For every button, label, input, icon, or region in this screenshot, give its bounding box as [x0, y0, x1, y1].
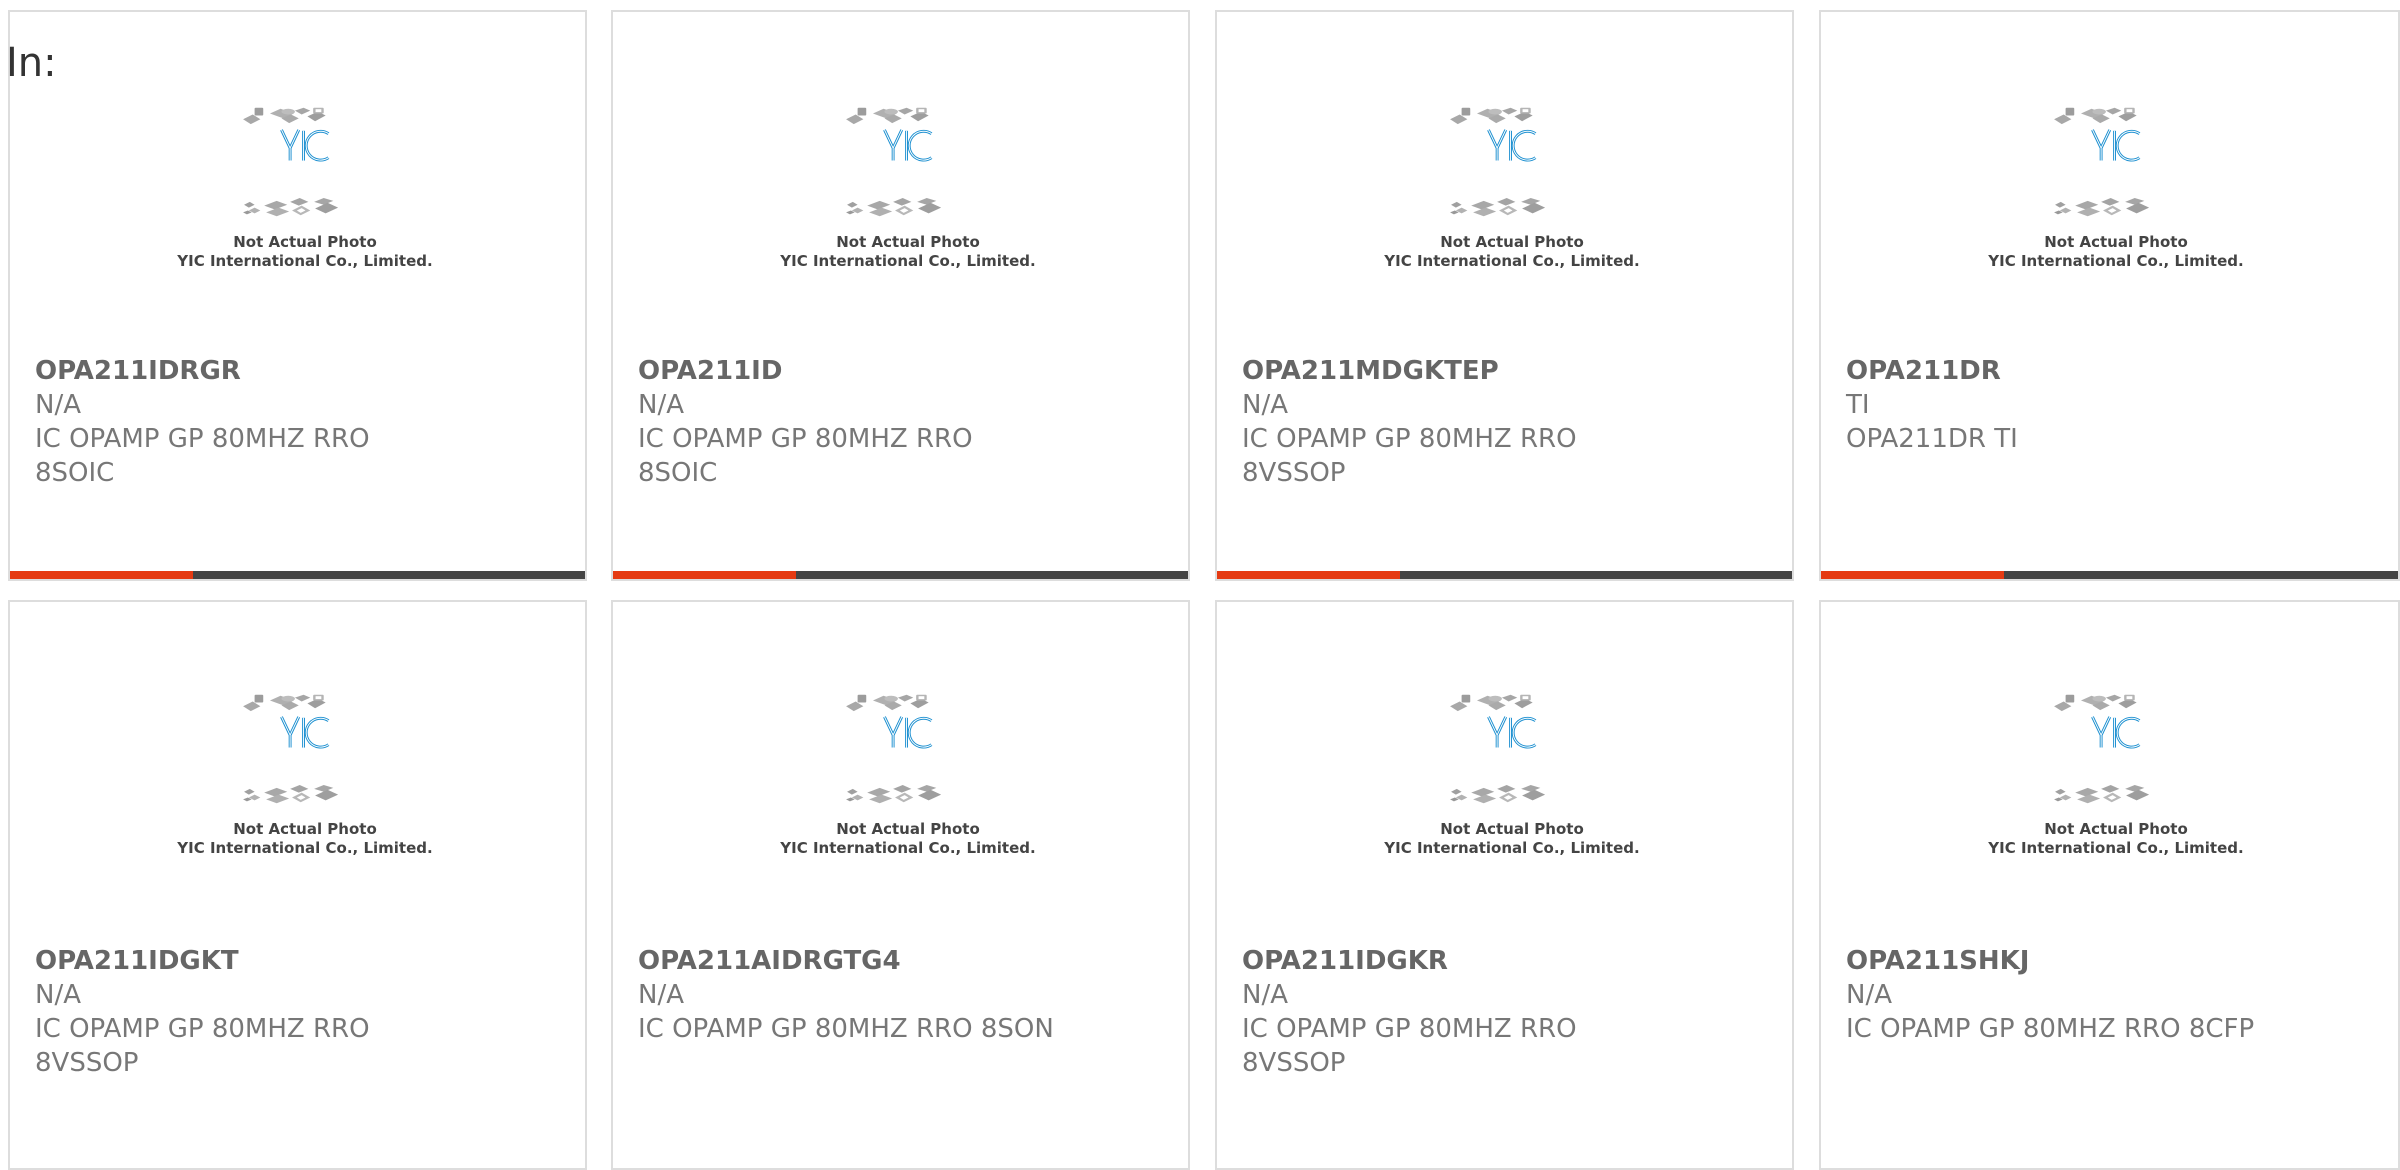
yic-logo-icon [2091, 716, 2141, 749]
manufacturer: N/A [1242, 980, 1288, 1010]
company-caption: YIC International Co., Limited. [1988, 839, 2244, 857]
not-actual-photo-caption: Not Actual Photo [1440, 820, 1584, 838]
chips-image-icon [1450, 107, 1546, 217]
description-line-2: 8VSSOP [1242, 1048, 1346, 1078]
placeholder-photo: Not Actual Photo YIC International Co., … [1377, 102, 1647, 352]
yic-logo-icon [280, 716, 330, 749]
manufacturer: N/A [35, 980, 81, 1010]
card-bar [1821, 571, 2398, 579]
placeholder-photo: Not Actual Photo YIC International Co., … [773, 689, 1043, 939]
company-caption: YIC International Co., Limited. [780, 252, 1036, 270]
part-number[interactable]: OPA211IDGKR [1242, 944, 1662, 978]
chips-image-icon [243, 694, 339, 804]
manufacturer: N/A [35, 390, 81, 420]
card-bar [10, 571, 585, 579]
product-card[interactable]: Not Actual Photo YIC International Co., … [1819, 10, 2400, 581]
description: IC OPAMP GP 80MHZ RRO 8CFP [1846, 1014, 2255, 1044]
product-card[interactable]: Not Actual Photo YIC International Co., … [1819, 600, 2400, 1170]
product-card[interactable]: Not Actual Photo YIC International Co., … [8, 600, 587, 1170]
chips-image-icon [2054, 107, 2150, 217]
product-info: OPA211MDGKTEP N/A IC OPAMP GP 80MHZ RRO … [1242, 354, 1662, 490]
yic-logo-icon [883, 716, 933, 749]
description-line-2: 8VSSOP [1242, 458, 1346, 488]
part-number[interactable]: OPA211AIDRGTG4 [638, 944, 1058, 978]
product-card[interactable]: Not Actual Photo YIC International Co., … [8, 10, 587, 581]
product-info: OPA211AIDRGTG4 N/A IC OPAMP GP 80MHZ RRO… [638, 944, 1058, 1046]
not-actual-photo-caption: Not Actual Photo [836, 233, 980, 251]
placeholder-photo: Not Actual Photo YIC International Co., … [773, 102, 1043, 352]
yic-logo-icon [1487, 129, 1537, 162]
description: IC OPAMP GP 80MHZ RRO 8SON [638, 1014, 1054, 1044]
manufacturer: TI [1846, 390, 1870, 420]
part-number[interactable]: OPA211IDRGR [35, 354, 455, 388]
placeholder-photo: Not Actual Photo YIC International Co., … [1377, 689, 1647, 939]
product-card[interactable]: Not Actual Photo YIC International Co., … [611, 10, 1190, 581]
card-bar [1217, 571, 1792, 579]
company-caption: YIC International Co., Limited. [177, 839, 433, 857]
in-label: In: [6, 40, 57, 86]
product-info: OPA211IDRGR N/A IC OPAMP GP 80MHZ RRO 8S… [35, 354, 455, 490]
manufacturer: N/A [638, 980, 684, 1010]
product-info: OPA211IDGKT N/A IC OPAMP GP 80MHZ RRO 8V… [35, 944, 455, 1080]
yic-logo-icon [1487, 716, 1537, 749]
placeholder-photo: Not Actual Photo YIC International Co., … [170, 689, 440, 939]
description: OPA211DR TI [1846, 424, 2018, 454]
product-card[interactable]: Not Actual Photo YIC International Co., … [611, 600, 1190, 1170]
part-number[interactable]: OPA211MDGKTEP [1242, 354, 1662, 388]
description-line-2: 8VSSOP [35, 1048, 139, 1078]
chips-image-icon [846, 694, 942, 804]
not-actual-photo-caption: Not Actual Photo [1440, 233, 1584, 251]
not-actual-photo-caption: Not Actual Photo [233, 233, 377, 251]
not-actual-photo-caption: Not Actual Photo [2044, 820, 2188, 838]
placeholder-photo: Not Actual Photo YIC International Co., … [1981, 689, 2251, 939]
company-caption: YIC International Co., Limited. [1384, 252, 1640, 270]
part-number[interactable]: OPA211ID [638, 354, 1058, 388]
placeholder-photo: Not Actual Photo YIC International Co., … [170, 102, 440, 352]
description: IC OPAMP GP 80MHZ RRO 8SOIC [35, 424, 370, 488]
description: IC OPAMP GP 80MHZ RRO 8SOIC [638, 424, 973, 488]
not-actual-photo-caption: Not Actual Photo [2044, 233, 2188, 251]
chips-image-icon [2054, 694, 2150, 804]
company-caption: YIC International Co., Limited. [1384, 839, 1640, 857]
placeholder-photo: Not Actual Photo YIC International Co., … [1981, 102, 2251, 352]
company-caption: YIC International Co., Limited. [1988, 252, 2244, 270]
yic-logo-icon [280, 129, 330, 162]
chips-image-icon [243, 107, 339, 217]
manufacturer: N/A [638, 390, 684, 420]
product-info: OPA211IDGKR N/A IC OPAMP GP 80MHZ RRO 8V… [1242, 944, 1662, 1080]
description-line-1: IC OPAMP GP 80MHZ RRO [1242, 424, 1577, 454]
not-actual-photo-caption: Not Actual Photo [233, 820, 377, 838]
yic-logo-icon [883, 129, 933, 162]
yic-logo-icon [2091, 129, 2141, 162]
part-number[interactable]: OPA211SHKJ [1846, 944, 2266, 978]
chips-image-icon [1450, 694, 1546, 804]
company-caption: YIC International Co., Limited. [177, 252, 433, 270]
manufacturer: N/A [1242, 390, 1288, 420]
part-number[interactable]: OPA211DR [1846, 354, 2266, 388]
product-card[interactable]: Not Actual Photo YIC International Co., … [1215, 10, 1794, 581]
company-caption: YIC International Co., Limited. [780, 839, 1036, 857]
chips-image-icon [846, 107, 942, 217]
manufacturer: N/A [1846, 980, 1892, 1010]
part-number[interactable]: OPA211IDGKT [35, 944, 455, 978]
not-actual-photo-caption: Not Actual Photo [836, 820, 980, 838]
product-info: OPA211SHKJ N/A IC OPAMP GP 80MHZ RRO 8CF… [1846, 944, 2266, 1046]
product-card[interactable]: Not Actual Photo YIC International Co., … [1215, 600, 1794, 1170]
description-line-1: IC OPAMP GP 80MHZ RRO [1242, 1014, 1577, 1044]
card-bar [613, 571, 1188, 579]
description-line-1: IC OPAMP GP 80MHZ RRO [35, 1014, 370, 1044]
product-info: OPA211ID N/A IC OPAMP GP 80MHZ RRO 8SOIC [638, 354, 1058, 490]
product-info: OPA211DR TI OPA211DR TI [1846, 354, 2266, 456]
